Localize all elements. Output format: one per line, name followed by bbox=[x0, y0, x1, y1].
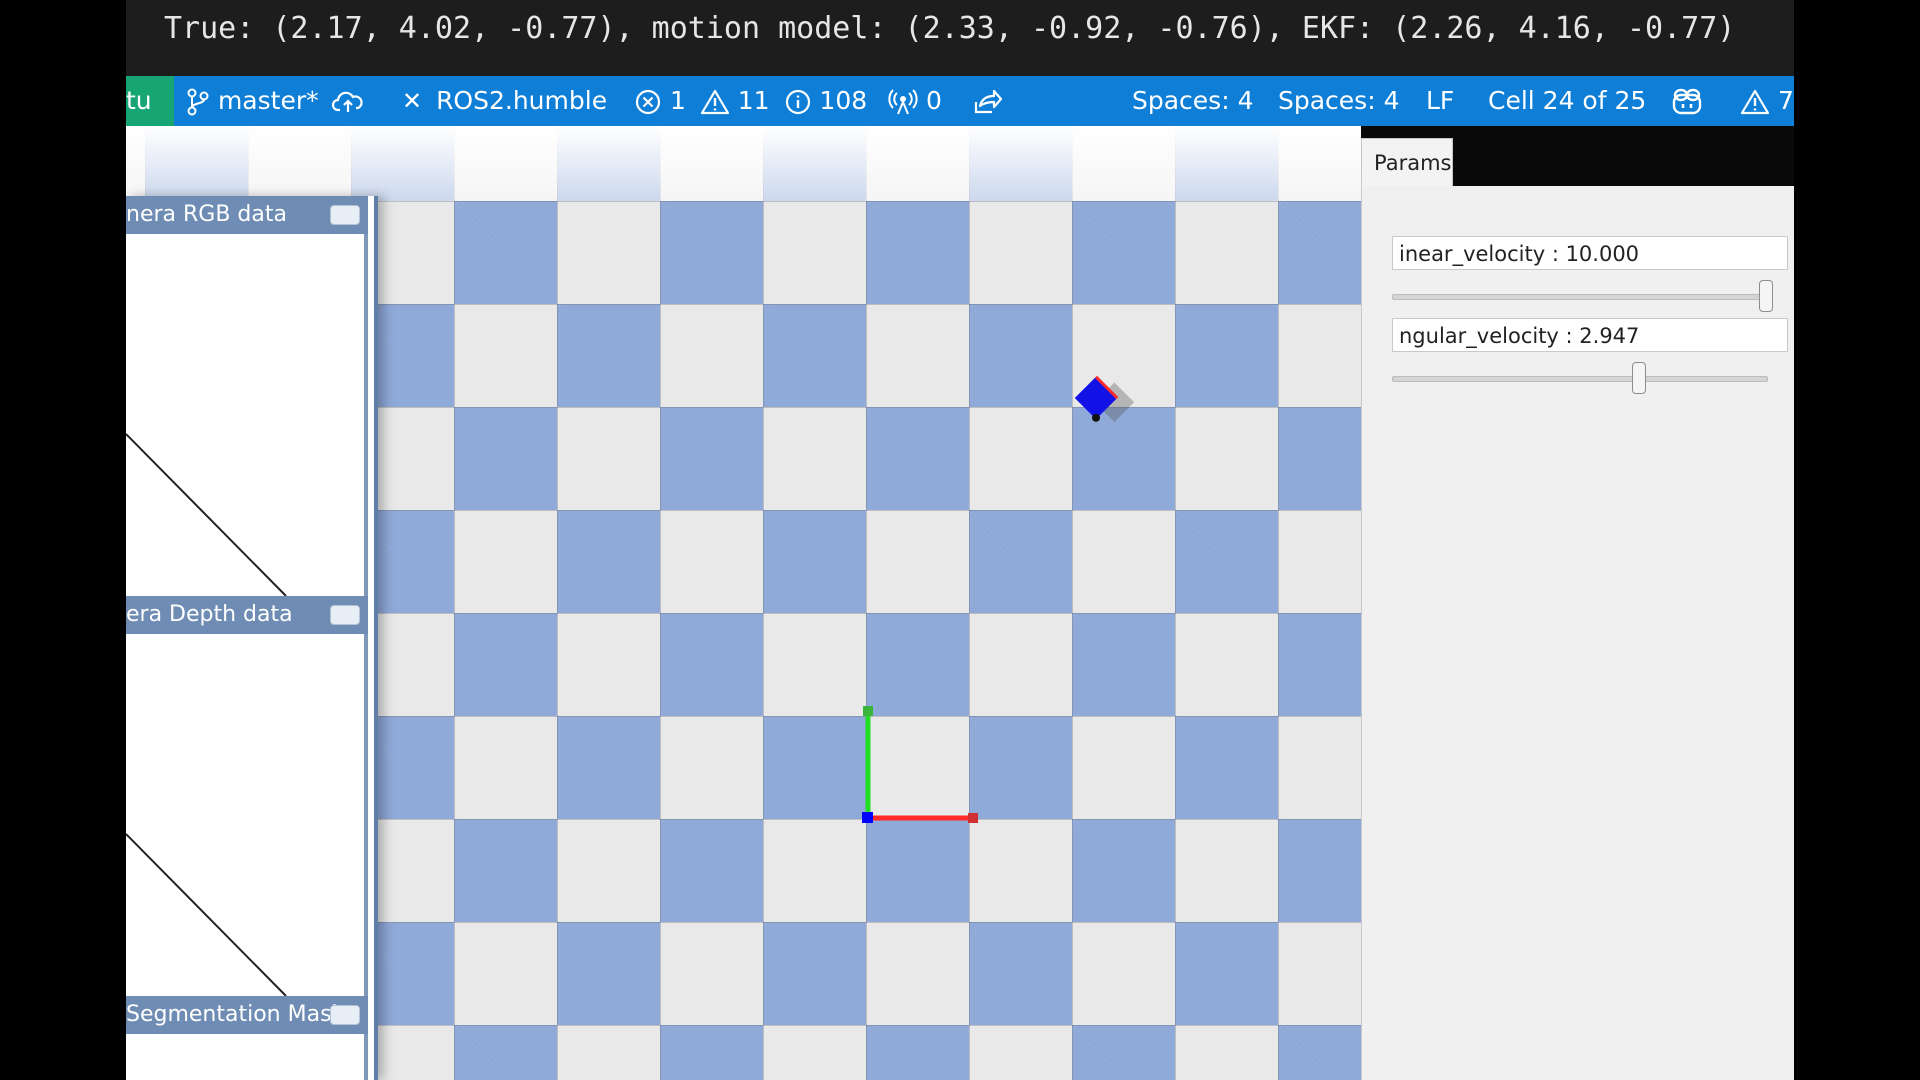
tab-params[interactable]: Params bbox=[1361, 138, 1453, 186]
angular-velocity-field: ngular_velocity : 2.947 bbox=[1392, 318, 1788, 352]
pose-readout-text: True: (2.17, 4.02, -0.77), motion model:… bbox=[164, 11, 1736, 46]
ports-count: 0 bbox=[925, 86, 942, 115]
cloud-upload-icon bbox=[331, 91, 363, 112]
camera-panels: nera RGB data era Depth data Segmentatio… bbox=[126, 196, 378, 1080]
depth-panel-header[interactable]: era Depth data bbox=[126, 596, 368, 634]
indentation-item[interactable]: Spaces: 4 bbox=[1132, 76, 1253, 126]
live-share-icon bbox=[974, 89, 1003, 114]
broadcast-icon bbox=[888, 89, 918, 115]
segmentation-panel-collapse-button[interactable] bbox=[330, 1005, 360, 1025]
git-branch-item[interactable]: master* bbox=[186, 76, 319, 126]
application-window: True: (2.17, 4.02, -0.77), motion model:… bbox=[126, 0, 1794, 1080]
depth-image-placeholder bbox=[126, 833, 287, 996]
params-panel: inear_velocity : 10.000 ngular_velocity … bbox=[1361, 186, 1794, 1080]
warning-icon bbox=[1740, 89, 1770, 115]
close-icon: ✕ bbox=[402, 87, 423, 115]
depth-panel-body bbox=[126, 634, 368, 996]
segmentation-panel-body bbox=[126, 1034, 368, 1080]
origin-marker bbox=[862, 812, 873, 823]
info-count: 108 bbox=[819, 86, 868, 115]
remote-indicator-label: tu bbox=[126, 86, 152, 115]
remote-connection-item[interactable]: ✕ ROS2.humble bbox=[402, 76, 607, 126]
indentation-label-2: Spaces: 4 bbox=[1278, 86, 1400, 115]
tab-params-label: Params bbox=[1374, 151, 1452, 175]
linear-velocity-slider-handle[interactable] bbox=[1759, 280, 1773, 312]
error-icon bbox=[635, 89, 661, 115]
depth-panel-collapse-button[interactable] bbox=[330, 605, 360, 625]
rgb-panel-collapse-button[interactable] bbox=[330, 205, 360, 225]
linear-velocity-label: inear_velocity : 10.000 bbox=[1399, 242, 1640, 266]
angular-velocity-slider[interactable] bbox=[1392, 376, 1768, 382]
copilot-icon bbox=[1672, 88, 1702, 115]
warning-icon bbox=[700, 89, 729, 115]
info-icon bbox=[785, 89, 810, 115]
angular-velocity-label: ngular_velocity : 2.947 bbox=[1399, 324, 1640, 348]
linear-velocity-slider[interactable] bbox=[1392, 294, 1768, 300]
notifications-warning-count: 7 bbox=[1777, 86, 1794, 115]
indentation-label: Spaces: 4 bbox=[1132, 86, 1254, 115]
warning-count: 11 bbox=[737, 86, 770, 115]
status-bar: tu master* ✕ ROS2.humble 1 11 108 0 Spac… bbox=[126, 76, 1794, 126]
y-axis-tip bbox=[863, 706, 873, 716]
linear-velocity-field: inear_velocity : 10.000 bbox=[1392, 236, 1788, 270]
cell-position-item[interactable]: Cell 24 of 25 bbox=[1488, 76, 1646, 126]
segmentation-panel-title: Segmentation Mask bbox=[126, 1002, 345, 1027]
remote-indicator[interactable]: tu bbox=[126, 76, 174, 126]
live-share-item[interactable] bbox=[972, 76, 1003, 126]
depth-panel-title: era Depth data bbox=[126, 602, 293, 627]
ports-item[interactable]: 0 bbox=[888, 76, 942, 126]
git-branch-icon bbox=[187, 88, 209, 116]
problems-item[interactable]: 1 11 108 bbox=[634, 76, 867, 126]
indentation-item-2[interactable]: Spaces: 4 bbox=[1278, 76, 1399, 126]
angular-velocity-slider-handle[interactable] bbox=[1631, 362, 1646, 394]
x-axis-tip bbox=[968, 813, 978, 823]
notifications-warning-item[interactable]: 7 bbox=[1740, 76, 1794, 126]
rgb-panel-header[interactable]: nera RGB data bbox=[126, 196, 368, 234]
end-of-line-item[interactable]: LF bbox=[1426, 76, 1454, 126]
rgb-panel-title: nera RGB data bbox=[126, 202, 287, 227]
rgb-image-placeholder bbox=[126, 433, 287, 596]
sync-item[interactable] bbox=[331, 76, 364, 126]
remote-connection-label: ROS2.humble bbox=[436, 86, 608, 115]
pose-readout-bar: True: (2.17, 4.02, -0.77), motion model:… bbox=[126, 0, 1794, 76]
segmentation-panel-header[interactable]: Segmentation Mask bbox=[126, 996, 368, 1034]
end-of-line-label: LF bbox=[1426, 86, 1455, 115]
error-count: 1 bbox=[669, 86, 686, 115]
copilot-item[interactable] bbox=[1670, 76, 1704, 126]
rgb-panel-body bbox=[126, 234, 368, 596]
cell-position-label: Cell 24 of 25 bbox=[1488, 86, 1647, 115]
robot-marker bbox=[1074, 375, 1135, 423]
git-branch-label: master* bbox=[217, 86, 319, 115]
